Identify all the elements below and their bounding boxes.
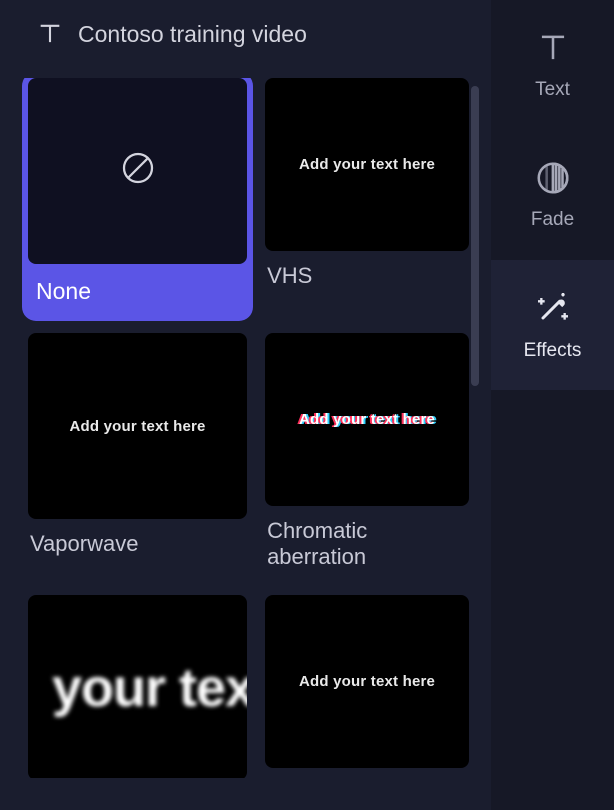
sidebar-text-tab[interactable]: Text [491,0,614,130]
none-icon [117,147,159,194]
effect-preview-text: Add your text here [69,418,205,435]
text-icon [534,29,572,67]
effects-panel: Contoso training video None [0,0,491,810]
effect-card-none[interactable]: None [28,78,247,315]
effect-label: Chromatic aberration [265,506,469,577]
effect-preview-text: Add your text here [299,411,435,428]
effect-label: None [28,264,247,316]
sidebar-label: Text [535,79,570,101]
sidebar-label: Fade [531,209,574,231]
effects-grid-viewport: None Add your text here VHS Add your tex… [20,78,477,778]
effect-label: Slow zoom [265,768,469,778]
effect-card-slow-zoom[interactable]: Add your text here Slow zoom [265,595,469,778]
sidebar-effects-tab[interactable]: Effects [491,260,614,390]
sidebar-fade-tab[interactable]: Fade [491,130,614,260]
scrollbar[interactable] [471,86,479,386]
effect-preview-text: Add your text here [299,673,435,690]
effect-preview-text: Add your text here [299,156,435,173]
text-caption-icon [36,20,64,48]
effect-card-chromatic[interactable]: Add your text here Chromatic aberration [265,333,469,577]
effects-icon [533,288,573,328]
effect-label: Vaporwave [28,519,247,563]
right-sidebar: Text Fade Effects [491,0,614,810]
panel-header: Contoso training video [20,20,477,48]
effect-card-vhs[interactable]: Add your text here VHS [265,78,469,315]
effects-grid: None Add your text here VHS Add your tex… [20,78,477,778]
fade-icon [534,159,572,197]
sidebar-label: Effects [524,340,582,362]
panel-title: Contoso training video [78,21,307,48]
effect-label: VHS [265,251,469,295]
effect-card-crash-zoom[interactable]: your text Crash zoom [28,595,247,778]
effect-preview-text: your text [52,657,247,719]
effect-card-vaporwave[interactable]: Add your text here Vaporwave [28,333,247,577]
